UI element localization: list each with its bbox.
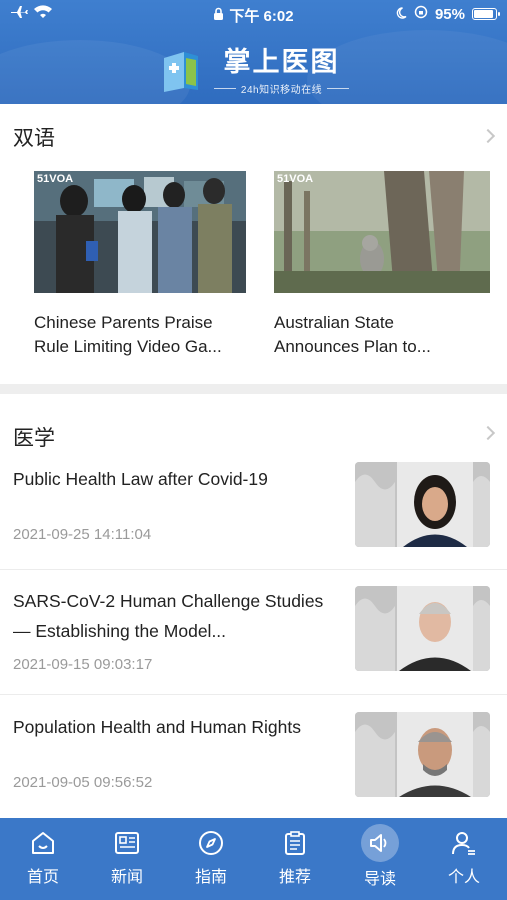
list-divider (0, 569, 507, 570)
speaker-icon (361, 824, 399, 862)
moon-icon (395, 6, 407, 23)
article-date: 2021-09-05 09:56:52 (13, 774, 153, 791)
article-card[interactable]: 51VOA Australian State Announces Plan to… (274, 171, 490, 359)
chevron-right-icon[interactable] (480, 425, 496, 441)
tab-recommend[interactable]: 推荐 (265, 826, 325, 887)
thumbnail-badge: 51VOA (37, 173, 74, 185)
tab-home[interactable]: 首页 (13, 826, 73, 887)
medical-cross-icon (158, 48, 202, 94)
status-bar: 下午 6:02 95% (0, 0, 507, 28)
compass-icon (194, 826, 228, 860)
author-photo (355, 462, 490, 547)
battery-icon (472, 8, 500, 20)
article-title: Population Health and Human Rights (13, 717, 301, 737)
list-item[interactable]: SARS-CoV-2 Human Challenge Studies — Est… (0, 586, 507, 710)
profile-icon (447, 826, 481, 860)
clipboard-icon (278, 826, 312, 860)
tab-label: 导读 (363, 869, 396, 888)
thumbnail-badge: 51VOA (277, 173, 314, 185)
section-title-bilingual: 双语 (13, 127, 55, 150)
orientation-lock-icon (414, 5, 428, 23)
tab-reading-guide[interactable]: 导读 (350, 824, 410, 889)
tab-label: 推荐 (278, 867, 311, 886)
bottom-tab-bar: 首页 新闻 指南 推荐 导读 个人 (0, 818, 507, 900)
tab-news[interactable]: 新闻 (97, 826, 157, 887)
article-caption: Australian State Announces Plan to... (274, 313, 431, 356)
chevron-right-icon[interactable] (480, 128, 496, 144)
battery-percent: 95% (434, 5, 465, 23)
status-time: 下午 6:02 (229, 8, 294, 25)
article-title: Public Health Law after Covid-19 (13, 469, 268, 489)
article-date: 2021-09-15 09:03:17 (13, 656, 153, 673)
section-title-medicine: 医学 (13, 427, 55, 450)
app-subtitle: 24h知识移动在线 (240, 84, 323, 96)
app-header: 下午 6:02 95% 掌上医图 24h知识移动在线 (0, 0, 507, 104)
tab-label: 新闻 (110, 867, 143, 886)
news-icon (110, 826, 144, 860)
article-card[interactable]: 51VOA Chinese Parents Praise Rule Limiti… (34, 171, 249, 359)
tab-profile[interactable]: 个人 (434, 826, 494, 887)
home-icon (26, 826, 60, 860)
lock-icon (213, 7, 224, 25)
tab-label: 指南 (194, 867, 227, 886)
list-divider (0, 694, 507, 695)
bilingual-section: 双语 51VOA Chinese Parents Praise Rule Lim… (0, 104, 507, 384)
article-thumbnail: 51VOA (274, 171, 490, 293)
tab-label: 首页 (26, 867, 59, 886)
article-caption: Chinese Parents Praise Rule Limiting Vid… (34, 313, 222, 356)
tab-guide[interactable]: 指南 (181, 826, 241, 887)
app-title: 掌上医图 (223, 46, 340, 78)
section-divider (0, 384, 507, 394)
tab-label: 个人 (447, 867, 480, 886)
author-photo (355, 712, 490, 797)
article-thumbnail: 51VOA (34, 171, 246, 293)
article-date: 2021-09-25 14:11:04 (13, 526, 152, 543)
author-photo (355, 586, 490, 671)
app-logo: 掌上医图 24h知识移动在线 (0, 46, 507, 96)
article-title: SARS-CoV-2 Human Challenge Studies — Est… (13, 591, 324, 641)
list-item[interactable]: Public Health Law after Covid-19 2021-09… (0, 462, 507, 586)
medicine-section: 医学 Public Health Law after Covid-19 2021… (0, 394, 507, 818)
